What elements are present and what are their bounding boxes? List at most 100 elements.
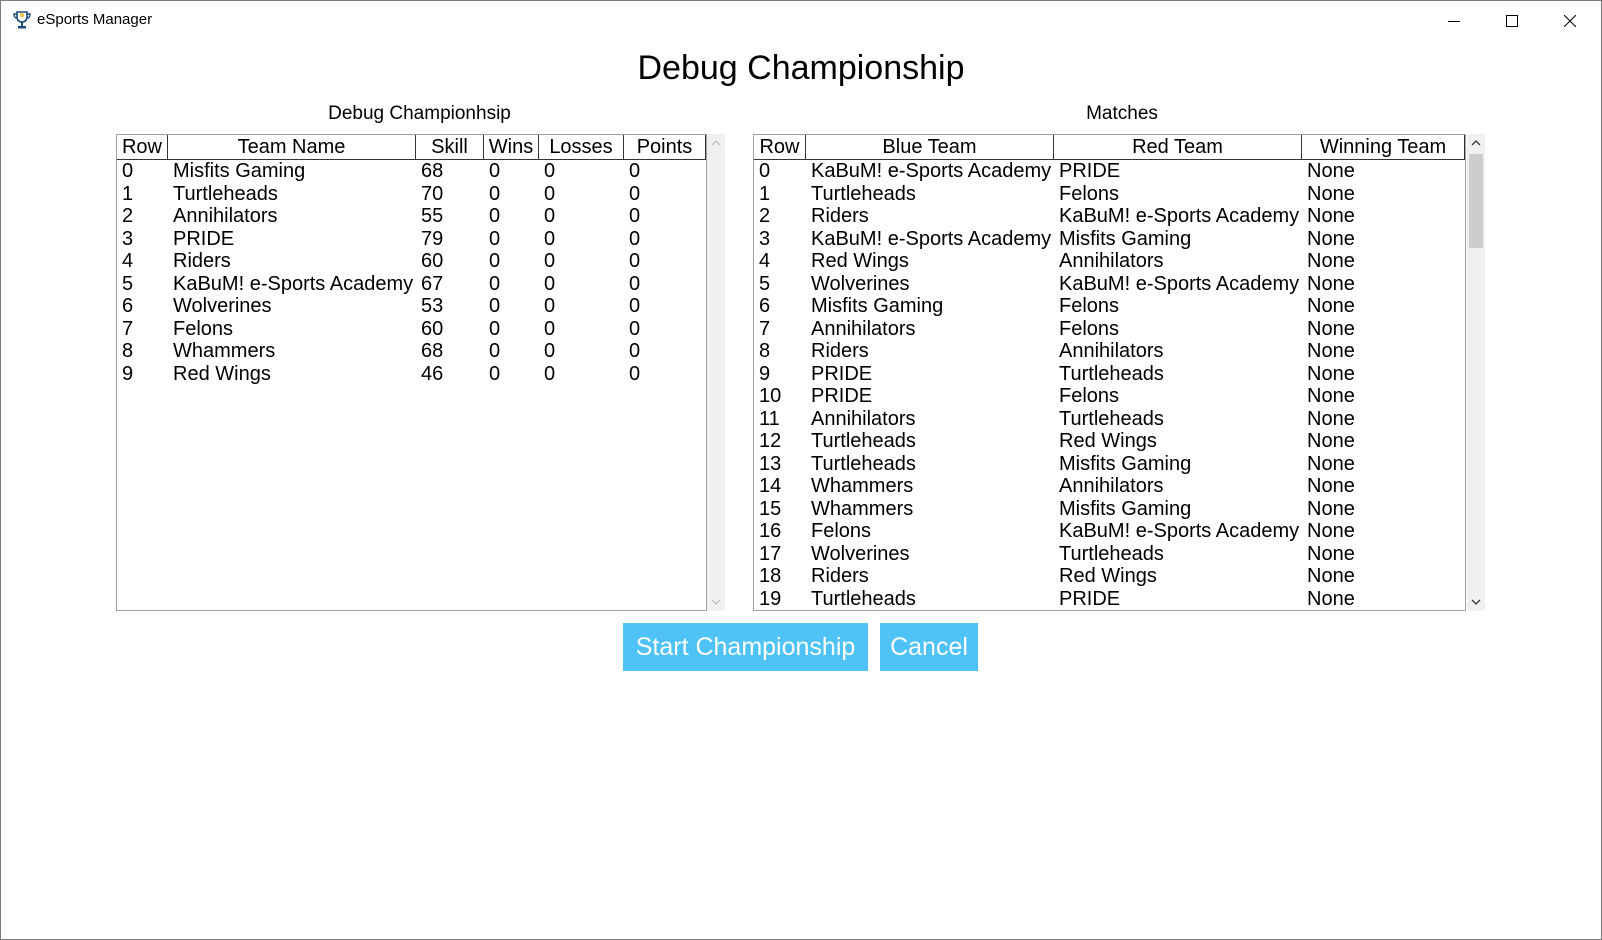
table-cell: Turtleheads [811,587,916,610]
table-cell: 0 [489,160,501,182]
table-cell: None [1307,520,1355,542]
table-row[interactable]: 2 Riders KaBuM! e-Sports Academy None [754,205,1465,227]
table-cell: Whammers [811,497,914,520]
table-cell: 46 [421,362,444,385]
scrollbar-thumb[interactable] [1469,154,1483,248]
table-row[interactable]: 8 Riders Annihilators None [754,340,1465,362]
table-cell: 5 [759,272,771,295]
table-cell: Red Wings [811,250,909,272]
standings-table[interactable]: Row Team Name Skill Wins Losses Points 0 Misfi… [116,134,707,611]
table-cell: None [1307,565,1355,587]
table-cell: 2 [759,205,771,227]
table-cell: None [1307,182,1355,205]
maximize-icon [1506,14,1518,27]
cancel-button[interactable]: Cancel [880,623,978,671]
table-row[interactable]: 5 Wolverines KaBuM! e-Sports Academy None [754,273,1465,295]
column-header[interactable]: Skill [416,135,484,159]
table-row[interactable]: 9 PRIDE Turtleheads None [754,363,1465,385]
table-row[interactable]: 3 PRIDE 79 0 0 0 [117,228,706,250]
table-row[interactable]: 15 Whammers Misfits Gaming None [754,498,1465,520]
matches-scrollbar[interactable] [1467,134,1485,611]
table-cell: 0 [489,182,501,205]
table-cell: Turtleheads [1059,362,1164,385]
table-cell: 0 [544,160,556,182]
start-championship-button[interactable]: Start Championship [623,623,868,671]
table-row[interactable]: 1 Turtleheads Felons None [754,183,1465,205]
table-cell: 0 [544,227,556,250]
table-row[interactable]: 6 Misfits Gaming Felons None [754,295,1465,317]
table-cell: Felons [1059,295,1120,317]
scroll-up-icon[interactable] [1467,134,1485,152]
table-row[interactable]: 18 Riders Red Wings None [754,565,1465,587]
table-cell: 0 [489,227,501,250]
column-header[interactable]: Row [754,135,806,159]
table-row[interactable]: 10 PRIDE Felons None [754,385,1465,407]
table-cell: 0 [629,227,641,250]
table-cell: 79 [421,227,444,250]
table-cell: Turtleheads [1059,407,1164,430]
table-row[interactable]: 3 KaBuM! e-Sports Academy Misfits Gaming No… [754,228,1465,250]
table-cell: 0 [544,250,556,272]
window-title: eSports Manager [37,11,153,28]
column-header[interactable]: Row [117,135,168,159]
table-row[interactable]: 9 Red Wings 46 0 0 0 [117,363,706,385]
scroll-up-icon[interactable] [707,134,725,152]
table-cell: 1 [759,182,771,205]
table-cell: None [1307,497,1355,520]
table-row[interactable]: 14 Whammers Annihilators None [754,475,1465,497]
column-header[interactable]: Blue Team [806,135,1054,159]
standings-scrollbar[interactable] [707,134,725,611]
minimize-button[interactable] [1425,1,1483,40]
table-cell: 0 [544,362,556,385]
table-cell: 7 [759,317,771,340]
table-cell: 0 [489,250,501,272]
scroll-down-icon[interactable] [707,593,725,611]
table-row[interactable]: 0 KaBuM! e-Sports Academy PRIDE None [754,160,1465,182]
table-row[interactable]: 7 Annihilators Felons None [754,318,1465,340]
table-cell: 15 [759,497,782,520]
column-header[interactable]: Red Team [1054,135,1302,159]
table-cell: 13 [759,452,782,475]
column-header[interactable]: Wins [484,135,539,159]
table-cell: Annihilators [1059,250,1164,272]
table-row[interactable]: 13 Turtleheads Misfits Gaming None [754,453,1465,475]
table-row[interactable]: 7 Felons 60 0 0 0 [117,318,706,340]
table-row[interactable]: 16 Felons KaBuM! e-Sports Academy None [754,520,1465,542]
table-cell: 3 [122,227,134,250]
table-cell: 0 [489,362,501,385]
table-row[interactable]: 11 Annihilators Turtleheads None [754,408,1465,430]
column-header[interactable]: Losses [539,135,624,159]
table-row[interactable]: 1 Turtleheads 70 0 0 0 [117,183,706,205]
table-cell: None [1307,430,1355,452]
table-row[interactable]: 19 Turtleheads PRIDE None [754,588,1465,610]
table-row[interactable]: 0 Misfits Gaming 68 0 0 0 [117,160,706,182]
table-cell: PRIDE [1059,587,1121,610]
table-row[interactable]: 17 Wolverines Turtleheads None [754,543,1465,565]
table-row[interactable]: 12 Turtleheads Red Wings None [754,430,1465,452]
table-row[interactable]: 4 Red Wings Annihilators None [754,250,1465,272]
table-cell: PRIDE [1059,160,1121,182]
table-row[interactable]: 6 Wolverines 53 0 0 0 [117,295,706,317]
column-header[interactable]: Winning Team [1302,135,1465,159]
maximize-button[interactable] [1483,1,1541,40]
table-cell: KaBuM! e-Sports Academy [811,227,1052,250]
scroll-down-icon[interactable] [1467,593,1485,611]
table-cell: Riders [173,250,231,272]
table-cell: None [1307,587,1355,610]
table-row[interactable]: 4 Riders 60 0 0 0 [117,250,706,272]
close-button[interactable] [1541,1,1599,40]
table-row[interactable]: 5 KaBuM! e-Sports Academy 67 0 0 0 [117,273,706,295]
column-header[interactable]: Points [624,135,706,159]
table-cell: Annihilators [811,407,916,430]
table-row[interactable]: 2 Annihilators 55 0 0 0 [117,205,706,227]
table-cell: Turtleheads [811,182,916,205]
table-cell: 0 [629,317,641,340]
matches-table[interactable]: Row Blue Team Red Team Winning Team 0 KaBuM!… [753,134,1466,611]
table-cell: None [1307,295,1355,317]
table-row[interactable]: 8 Whammers 68 0 0 0 [117,340,706,362]
table-cell: PRIDE [811,362,873,385]
column-header[interactable]: Team Name [168,135,416,159]
title-bar[interactable]: eSports Manager [1,1,1601,40]
table-cell: 0 [629,272,641,295]
table-cell: Riders [811,340,869,362]
